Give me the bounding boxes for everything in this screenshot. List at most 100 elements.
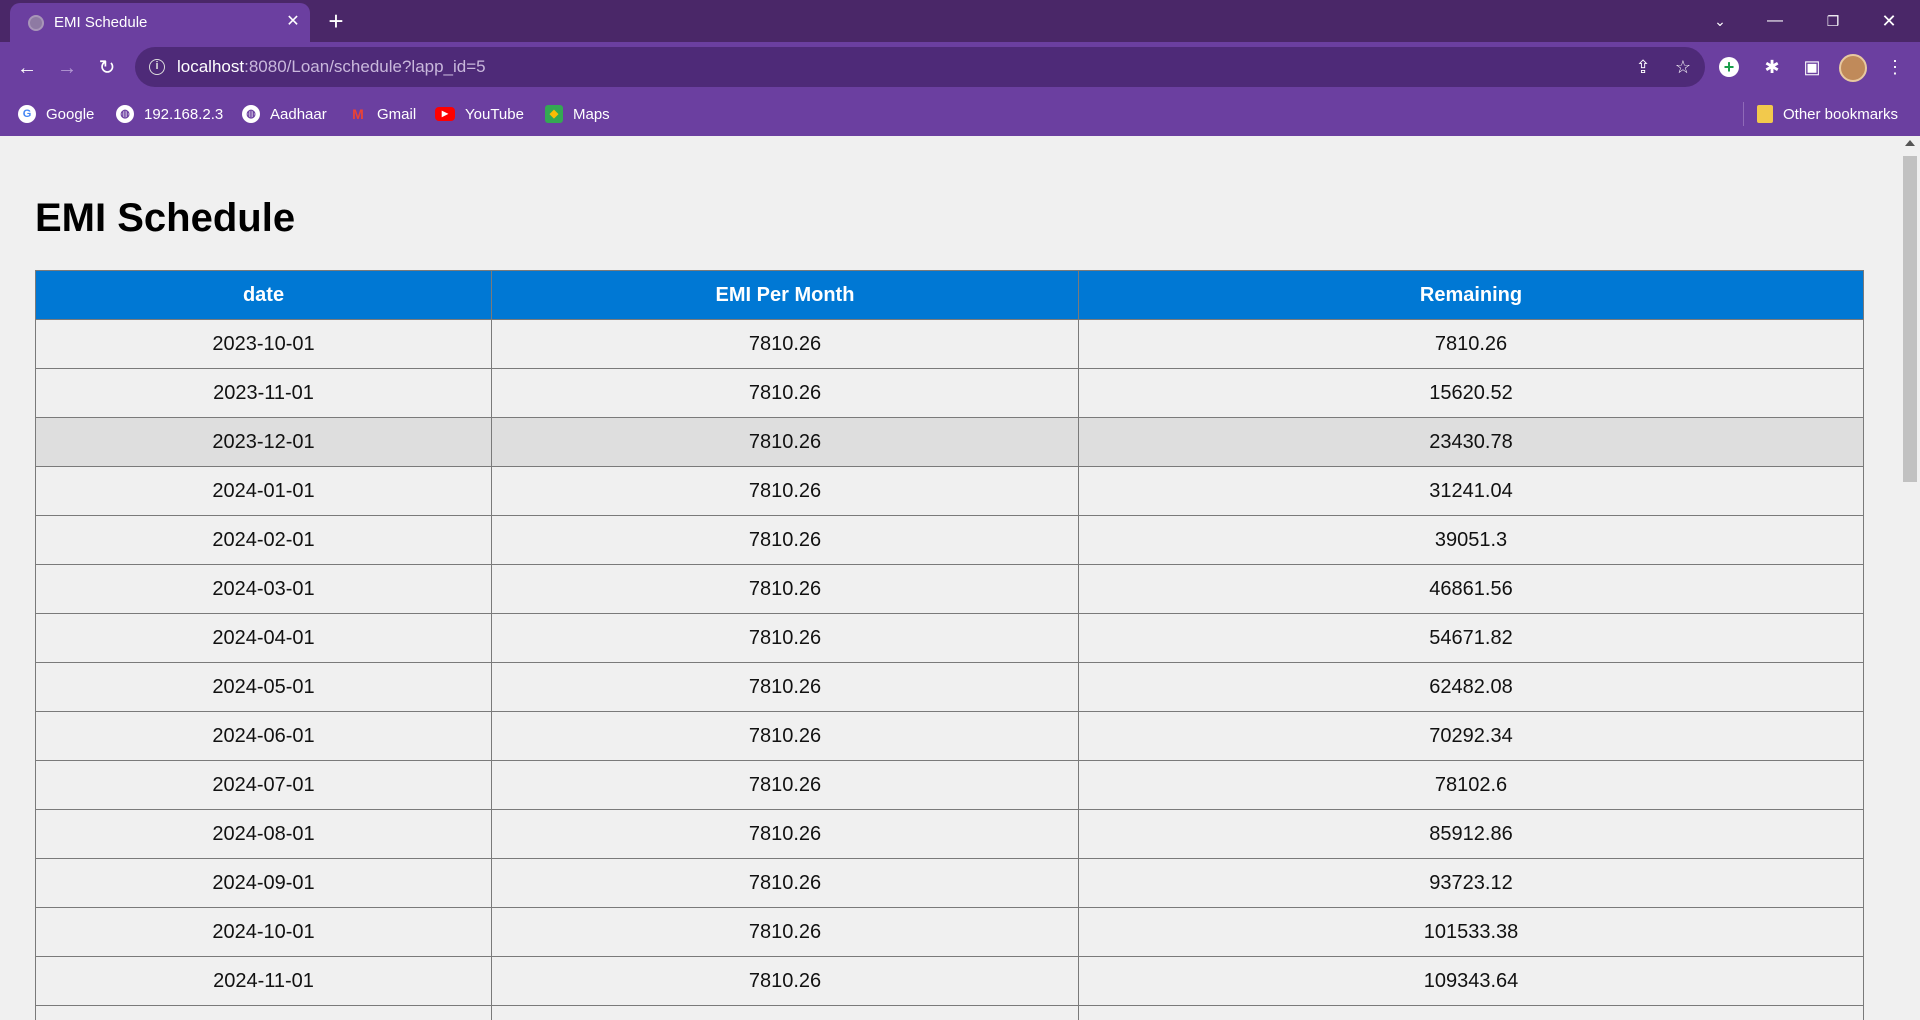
google-icon: G bbox=[18, 105, 36, 123]
tab-strip: EMI Schedule ✕ + ⌄ — ❐ ✕ bbox=[0, 0, 1920, 42]
tab-search-icon[interactable]: ⌄ bbox=[1697, 6, 1743, 36]
globe-icon: ◍ bbox=[116, 105, 134, 123]
profile-avatar[interactable] bbox=[1839, 54, 1867, 82]
cell-remaining bbox=[1078, 1005, 1864, 1020]
cell-emi: 7810.26 bbox=[491, 515, 1079, 565]
scroll-up-arrow-icon[interactable] bbox=[1905, 140, 1915, 146]
bookmark-ip[interactable]: ◍ 192.168.2.3 bbox=[116, 104, 223, 124]
bookmark-aadhaar[interactable]: ◍ Aadhaar bbox=[242, 104, 327, 124]
close-window-button[interactable]: ✕ bbox=[1866, 6, 1912, 36]
cell-remaining: 62482.08 bbox=[1078, 662, 1864, 712]
extension-plus-icon[interactable]: + bbox=[1719, 57, 1739, 77]
cell-emi: 7810.26 bbox=[491, 809, 1079, 859]
cell-date: 2024-06-01 bbox=[35, 711, 492, 761]
table-row bbox=[35, 1005, 1864, 1020]
restore-button[interactable]: ❐ bbox=[1810, 6, 1856, 36]
table-row: 2024-01-01 7810.26 31241.04 bbox=[35, 466, 1864, 516]
cell-emi: 7810.26 bbox=[491, 319, 1079, 369]
table-row: 2024-03-01 7810.26 46861.56 bbox=[35, 564, 1864, 614]
cell-date: 2024-10-01 bbox=[35, 907, 492, 957]
cell-date: 2024-08-01 bbox=[35, 809, 492, 859]
site-info-icon[interactable]: i bbox=[149, 59, 165, 75]
cell-emi: 7810.26 bbox=[491, 858, 1079, 908]
cell-remaining: 109343.64 bbox=[1078, 956, 1864, 1006]
cell-date: 2024-09-01 bbox=[35, 858, 492, 908]
table-row: 2024-11-01 7810.26 109343.64 bbox=[35, 956, 1864, 1006]
table-row: 2024-07-01 7810.26 78102.6 bbox=[35, 760, 1864, 810]
column-header-remaining: Remaining bbox=[1078, 270, 1864, 320]
cell-date: 2023-11-01 bbox=[35, 368, 492, 418]
bookmarks-bar: G Google ◍ 192.168.2.3 ◍ Aadhaar M Gmail… bbox=[0, 92, 1920, 136]
cell-remaining: 23430.78 bbox=[1078, 417, 1864, 467]
page-title: EMI Schedule bbox=[35, 196, 296, 240]
bookmark-star-icon[interactable]: ☆ bbox=[1671, 55, 1695, 79]
cell-emi: 7810.26 bbox=[491, 711, 1079, 761]
cell-date: 2024-04-01 bbox=[35, 613, 492, 663]
cell-date: 2024-11-01 bbox=[35, 956, 492, 1006]
cell-date: 2024-01-01 bbox=[35, 466, 492, 516]
cell-emi: 7810.26 bbox=[491, 907, 1079, 957]
cell-remaining: 101533.38 bbox=[1078, 907, 1864, 957]
table-row: 2024-09-01 7810.26 93723.12 bbox=[35, 858, 1864, 908]
cell-remaining: 78102.6 bbox=[1078, 760, 1864, 810]
cell-emi: 7810.26 bbox=[491, 760, 1079, 810]
cell-emi: 7810.26 bbox=[491, 662, 1079, 712]
bookmark-google[interactable]: G Google bbox=[18, 104, 94, 124]
table-row: 2023-12-01 7810.26 23430.78 bbox=[35, 417, 1864, 467]
cell-date: 2024-07-01 bbox=[35, 760, 492, 810]
bookmark-maps[interactable]: ◆ Maps bbox=[545, 104, 610, 124]
back-icon[interactable]: ← bbox=[11, 52, 43, 84]
cell-remaining: 7810.26 bbox=[1078, 319, 1864, 369]
new-tab-button[interactable]: + bbox=[322, 8, 350, 36]
table-header-row: date EMI Per Month Remaining bbox=[35, 270, 1864, 320]
reload-icon[interactable]: ↻ bbox=[91, 52, 123, 84]
cell-remaining: 93723.12 bbox=[1078, 858, 1864, 908]
tab-title: EMI Schedule bbox=[54, 14, 148, 31]
cell-remaining: 31241.04 bbox=[1078, 466, 1864, 516]
cell-remaining: 39051.3 bbox=[1078, 515, 1864, 565]
bookmark-gmail[interactable]: M Gmail bbox=[349, 104, 416, 124]
table-row: 2024-10-01 7810.26 101533.38 bbox=[35, 907, 1864, 957]
table-row: 2024-08-01 7810.26 85912.86 bbox=[35, 809, 1864, 859]
url-text[interactable]: localhost:8080/Loan/schedule?lapp_id=5 bbox=[177, 57, 486, 77]
share-icon[interactable]: ⇪ bbox=[1631, 55, 1655, 79]
side-panel-icon[interactable]: ▣ bbox=[1799, 54, 1825, 80]
table-row: 2024-04-01 7810.26 54671.82 bbox=[35, 613, 1864, 663]
cell-emi: 7810.26 bbox=[491, 417, 1079, 467]
other-bookmarks[interactable]: Other bookmarks bbox=[1757, 104, 1898, 124]
table-row: 2023-10-01 7810.26 7810.26 bbox=[35, 319, 1864, 369]
cell-remaining: 15620.52 bbox=[1078, 368, 1864, 418]
page-viewport: EMI Schedule date EMI Per Month Remainin… bbox=[0, 136, 1900, 1020]
close-tab-icon[interactable]: ✕ bbox=[282, 11, 304, 33]
cell-date: 2024-05-01 bbox=[35, 662, 492, 712]
folder-icon bbox=[1757, 105, 1773, 123]
cell-date bbox=[35, 1005, 492, 1020]
globe-icon: ◍ bbox=[242, 105, 260, 123]
extensions-puzzle-icon[interactable]: ✱ bbox=[1759, 54, 1785, 80]
column-header-date: date bbox=[35, 270, 492, 320]
bookmark-divider bbox=[1743, 102, 1744, 126]
table-row: 2024-06-01 7810.26 70292.34 bbox=[35, 711, 1864, 761]
cell-emi bbox=[491, 1005, 1079, 1020]
scroll-thumb[interactable] bbox=[1903, 156, 1917, 482]
cell-remaining: 46861.56 bbox=[1078, 564, 1864, 614]
address-bar[interactable]: i localhost:8080/Loan/schedule?lapp_id=5… bbox=[135, 47, 1705, 87]
menu-kebab-icon[interactable]: ⋮ bbox=[1882, 54, 1908, 80]
active-tab[interactable]: EMI Schedule ✕ bbox=[10, 3, 310, 42]
cell-emi: 7810.26 bbox=[491, 466, 1079, 516]
forward-icon[interactable]: → bbox=[51, 52, 83, 84]
cell-remaining: 70292.34 bbox=[1078, 711, 1864, 761]
tab-favicon-icon bbox=[28, 15, 44, 31]
youtube-icon: ▶ bbox=[435, 107, 455, 121]
table-row: 2024-02-01 7810.26 39051.3 bbox=[35, 515, 1864, 565]
cell-emi: 7810.26 bbox=[491, 956, 1079, 1006]
cell-emi: 7810.26 bbox=[491, 368, 1079, 418]
cell-emi: 7810.26 bbox=[491, 564, 1079, 614]
cell-date: 2023-12-01 bbox=[35, 417, 492, 467]
browser-toolbar: ← → ↻ i localhost:8080/Loan/schedule?lap… bbox=[0, 42, 1920, 92]
bookmark-youtube[interactable]: ▶ YouTube bbox=[435, 104, 524, 124]
vertical-scrollbar[interactable] bbox=[1900, 136, 1920, 1020]
cell-remaining: 54671.82 bbox=[1078, 613, 1864, 663]
minimize-button[interactable]: — bbox=[1752, 6, 1798, 36]
cell-date: 2023-10-01 bbox=[35, 319, 492, 369]
